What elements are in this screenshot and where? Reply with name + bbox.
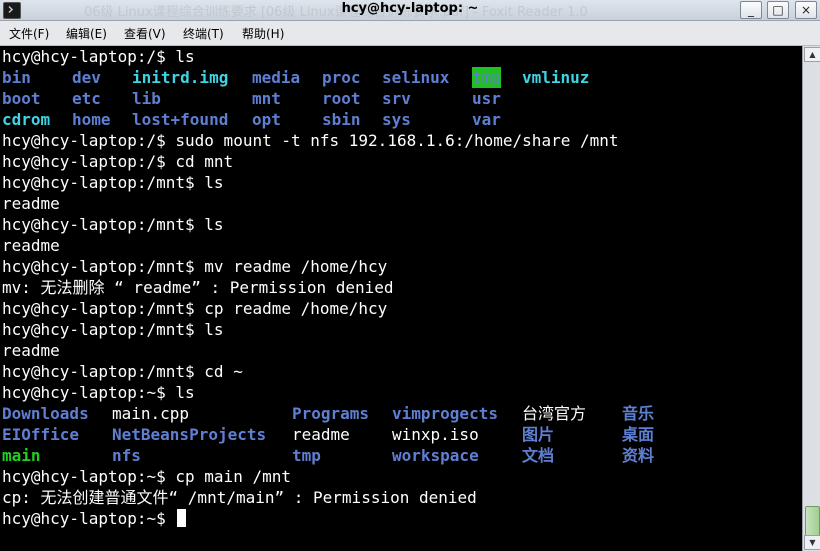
ls-entry: home [72,110,111,129]
terminal-line: main nfs tmp workspace 文档 资料 [2,445,800,466]
terminal-text: readme [2,194,60,213]
terminal-line: hcy@hcy-laptop:/mnt$ cp readme /home/hcy [2,298,800,319]
ls-entry: root [322,89,361,108]
terminal-text: mv: 无法删除 “ readme” : Permission denied [2,278,394,297]
ls-entry: tmp [292,446,321,465]
terminal-text: hcy@hcy-laptop:~$ ls [2,383,195,402]
ls-entry: readme [292,425,350,444]
terminal-line: hcy@hcy-laptop:~$ cp main /mnt [2,466,800,487]
ls-entry: workspace [392,446,479,465]
scroll-up-arrow-icon[interactable]: ▲ [804,47,820,62]
terminal-line: hcy@hcy-laptop:/mnt$ ls [2,214,800,235]
ls-entry: 资料 [622,446,655,465]
ls-entry: boot [2,89,41,108]
ls-entry: proc [322,68,361,87]
terminal-line: readme [2,340,800,361]
ls-entry: selinux [382,68,450,87]
ls-entry: winxp.iso [392,425,479,444]
terminal-line: hcy@hcy-laptop:/mnt$ mv readme /home/hcy [2,256,800,277]
ls-entry: vmlinuz [522,68,590,87]
ls-entry: initrd.img [132,68,229,87]
terminal-line: hcy@hcy-laptop:~$ ls [2,382,800,403]
terminal-line: boot etc lib mnt root srv usr [2,88,800,109]
ls-entry: 图片 [522,425,555,444]
terminal-text: hcy@hcy-laptop:/mnt$ cd ~ [2,362,243,381]
terminal-line: hcy@hcy-laptop:/$ ls [2,46,800,67]
ls-entry: var [472,110,501,129]
terminal-output[interactable]: hcy@hcy-laptop:/$ ls bin dev initrd.img medi… [0,46,802,551]
terminal-line: hcy@hcy-laptop:/$ sudo mount -t nfs 192.… [2,130,800,151]
terminal-line: hcy@hcy-laptop:/$ cd mnt [2,151,800,172]
ls-entry: etc [72,89,101,108]
terminal-line: readme [2,193,800,214]
ls-entry: EIOffice [2,425,80,444]
terminal-text: hcy@hcy-laptop:/mnt$ ls [2,215,224,234]
ls-entry: 桌面 [622,425,655,444]
terminal-text: hcy@hcy-laptop:~$ cp main /mnt [2,467,291,486]
ls-entry: usr [472,89,501,108]
title-bar[interactable]: 06级 Linux课程综合训练要求 [06级 Linux课程综合训练要求.pdf… [0,0,820,21]
ls-entry: nfs [112,446,141,465]
terminal-text: readme [2,236,60,255]
ls-entry: bin [2,68,31,87]
terminal-line: mv: 无法删除 “ readme” : Permission denied [2,277,800,298]
terminal-text: hcy@hcy-laptop:/$ sudo mount -t nfs 192.… [2,131,619,150]
ls-entry: 台湾官方 [522,404,587,423]
terminal-line: hcy@hcy-laptop:/mnt$ cd ~ [2,361,800,382]
terminal-text: hcy@hcy-laptop:/mnt$ ls [2,320,224,339]
minimize-button[interactable]: _ [740,1,762,19]
terminal-line: hcy@hcy-laptop:~$ [2,508,800,529]
terminal-line: hcy@hcy-laptop:/mnt$ ls [2,172,800,193]
maximize-button[interactable]: □ [767,1,789,19]
scroll-down-arrow-icon[interactable]: ▼ [804,535,820,550]
terminal-text: hcy@hcy-laptop:/mnt$ mv readme /home/hcy [2,257,388,276]
ls-entry: dev [72,68,101,87]
terminal-text: hcy@hcy-laptop:/mnt$ cp readme /home/hcy [2,299,388,318]
terminal-text: hcy@hcy-laptop:~$ [2,509,176,528]
menu-edit[interactable]: 编辑(E) [66,25,107,42]
terminal-line: bin dev initrd.img media proc selinux tmp vmlin… [2,67,800,88]
ls-entry: main.cpp [112,404,190,423]
scrollbar-thumb[interactable] [805,506,820,538]
ls-entry: Downloads [2,404,89,423]
terminal-line: readme [2,235,800,256]
ls-entry: mnt [252,89,281,108]
terminal-text: hcy@hcy-laptop:/$ ls [2,47,195,66]
terminal-text: cp: 无法创建普通文件“ /mnt/main” : Permission de… [2,488,477,507]
ls-entry: NetBeansProjects [112,425,267,444]
terminal-line: Downloads main.cpp Programs vimprogects 台湾官方… [2,403,800,424]
ls-entry: Programs [292,404,370,423]
terminal-text: readme [2,341,60,360]
ls-entry: sys [382,110,411,129]
close-button[interactable]: × [795,1,817,19]
ls-entry: cdrom [2,110,51,129]
terminal-text: hcy@hcy-laptop:/mnt$ ls [2,173,224,192]
ls-entry: main [2,446,41,465]
window-title: hcy@hcy-laptop: ~ [341,1,479,16]
menu-view[interactable]: 查看(V) [124,25,166,42]
ls-entry: lib [132,89,161,108]
terminal-line: hcy@hcy-laptop:/mnt$ ls [2,319,800,340]
menu-terminal[interactable]: 终端(T) [183,25,224,42]
terminal-line: cdrom home lost+found opt sbin sys var [2,109,800,130]
terminal-text: hcy@hcy-laptop:/$ cd mnt [2,152,234,171]
menu-bar: 文件(F) 编辑(E) 查看(V) 终端(T) 帮助(H) [0,21,820,46]
menu-help[interactable]: 帮助(H) [242,25,284,42]
ls-entry: 文档 [522,446,555,465]
ls-entry: tmp [472,67,501,88]
ls-entry: opt [252,110,281,129]
terminal-line: cp: 无法创建普通文件“ /mnt/main” : Permission de… [2,487,800,508]
menu-file[interactable]: 文件(F) [9,25,49,42]
ls-entry: vimprogects [392,404,498,423]
ls-entry: srv [382,89,411,108]
vertical-scrollbar[interactable]: ▲ ▼ [802,46,820,551]
ls-entry: lost+found [132,110,229,129]
ls-entry: media [252,68,301,87]
ls-entry: 音乐 [622,404,655,423]
text-cursor [177,509,187,527]
terminal-line: EIOffice NetBeansProjects readme winxp.iso 图… [2,424,800,445]
ls-entry: sbin [322,110,361,129]
